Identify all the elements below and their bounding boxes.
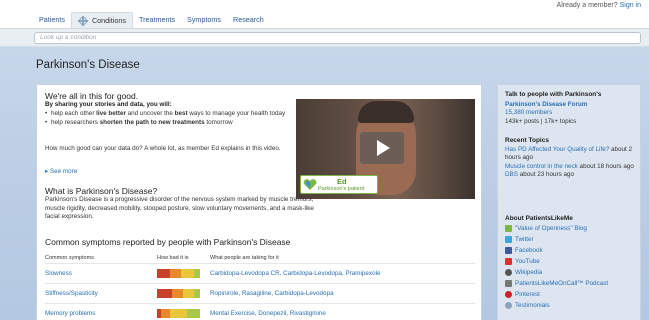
- col-symptom: Common symptoms: [45, 255, 94, 261]
- member-prompt: Already a member?: [556, 2, 618, 9]
- what-heading: What is Parkinson's Disease?: [45, 186, 158, 196]
- topic-item: Has PD Affected Your Quality of Life? ab…: [505, 146, 632, 162]
- severity-segment: [157, 289, 173, 298]
- topic-link[interactable]: Muscle control in the neck: [505, 163, 578, 170]
- podcast-icon: [505, 280, 512, 287]
- recent-heading: Recent Topics: [505, 137, 549, 144]
- severity-segment: [193, 289, 200, 298]
- topic-link[interactable]: DBS: [505, 171, 518, 178]
- treatments-links[interactable]: Ropinirole, Rasagiline, Carbidopa-Levodo…: [210, 290, 334, 297]
- bullet-1: help each other live better and uncover …: [45, 110, 295, 119]
- severity-segment: [182, 289, 194, 298]
- video-player[interactable]: Ed Parkinson's patient: [296, 99, 475, 199]
- about-heading: About PatientsLikeMe: [505, 215, 573, 222]
- search-band: Look up a condition: [0, 28, 649, 47]
- main-panel: We're all in this for good. By sharing y…: [36, 84, 482, 320]
- members-link[interactable]: 15,380 members: [505, 109, 637, 117]
- person-icon: [505, 225, 512, 232]
- severity-segment: [187, 309, 200, 318]
- symptom-link[interactable]: Slowness: [45, 270, 72, 277]
- nav-patients[interactable]: Patients: [33, 12, 71, 28]
- nav-research[interactable]: Research: [227, 12, 270, 28]
- twitter-link[interactable]: Twitter: [505, 236, 534, 243]
- main-nav: Patients Conditions Treatments Symptoms …: [33, 12, 270, 28]
- symptom-link[interactable]: Memory problems: [45, 310, 95, 317]
- table-row: Memory problems Mental Exercise, Donepez…: [45, 303, 475, 320]
- video-person-hair: [358, 101, 414, 123]
- play-icon[interactable]: [360, 132, 404, 164]
- severity-bar: [157, 309, 200, 318]
- speech-bubble-icon: [505, 302, 512, 309]
- youtube-link[interactable]: YouTube: [505, 258, 540, 265]
- heart-logo-icon: [303, 179, 317, 190]
- conditions-icon: [77, 15, 88, 26]
- pinterest-icon: [505, 291, 512, 298]
- wikipedia-icon: [505, 269, 512, 276]
- symptoms-heading: Common symptoms reported by people with …: [45, 237, 291, 247]
- severity-segment: [169, 269, 181, 278]
- patient-badge: Ed Parkinson's patient: [300, 175, 378, 194]
- badge-role: Parkinson's patient: [318, 186, 365, 192]
- severity-segment: [193, 269, 200, 278]
- nav-conditions[interactable]: Conditions: [70, 12, 133, 28]
- symptom-link[interactable]: Stiffness/Spasticity: [45, 290, 98, 297]
- condition-search-input[interactable]: Look up a condition: [34, 32, 641, 44]
- recent-topics: Has PD Affected Your Quality of Life? ab…: [505, 146, 637, 179]
- howmuch-text: How much good can your data do? A whole …: [45, 145, 281, 152]
- intro-lead: By sharing your stories and data, you wi…: [45, 101, 172, 108]
- page-title: Parkinson's Disease: [36, 59, 140, 71]
- severity-segment: [180, 269, 194, 278]
- severity-bar: [157, 289, 200, 298]
- severity-segment: [161, 309, 170, 318]
- topic-item: DBS about 23 hours ago: [505, 170, 574, 178]
- topic-link[interactable]: Has PD Affected Your Quality of Life?: [505, 146, 609, 153]
- bullet-2: help researchers shorten the path to new…: [45, 119, 295, 128]
- col-severity: How bad it is: [157, 255, 189, 261]
- what-body: Parkinson's Disease is a progressive dis…: [45, 196, 314, 220]
- treatments-links[interactable]: Mental Exercise, Donepezil, Rivastigmine: [210, 310, 326, 317]
- severity-segment: [169, 309, 188, 318]
- topic-item: Muscle control in the neck about 18 hour…: [505, 162, 634, 170]
- severity-segment: [172, 289, 183, 298]
- badge-name: Ed: [337, 177, 347, 186]
- youtube-icon: [505, 258, 512, 265]
- intro-heading: We're all in this for good.: [45, 91, 139, 101]
- talk-heading: Talk to people with Parkinson's: [505, 91, 602, 98]
- podcast-link[interactable]: PatientsLikeMeOnCall™ Podcast: [505, 280, 608, 287]
- table-row: Slowness Carbidopa-Levodopa CR, Carbidop…: [45, 263, 475, 283]
- signin-link[interactable]: Sign in: [620, 2, 641, 9]
- severity-segment: [157, 269, 170, 278]
- forum-info: Parkinson's Disease Forum 15,380 members…: [505, 101, 637, 126]
- wikipedia-link[interactable]: Wikipedia: [505, 269, 542, 276]
- facebook-link[interactable]: Facebook: [505, 247, 543, 254]
- col-treatments: What people are taking for it: [210, 255, 279, 261]
- intro-bullets: help each other live better and uncover …: [45, 110, 295, 127]
- table-row: Stiffness/Spasticity Ropinirole, Rasagil…: [45, 283, 475, 303]
- member-signin: Already a member? Sign in: [557, 2, 641, 9]
- see-more-link[interactable]: ▸ See more: [45, 168, 77, 175]
- treatments-links[interactable]: Carbidopa-Levodopa CR, Carbidopa-Levodop…: [210, 270, 380, 277]
- posts-count: 143k+ posts | 17k+ topics: [505, 117, 577, 125]
- sidebar: Talk to people with Parkinson's Parkinso…: [497, 84, 641, 320]
- blog-link[interactable]: "Value of Openness" Blog: [505, 225, 587, 232]
- facebook-icon: [505, 247, 512, 254]
- severity-bar: [157, 269, 200, 278]
- forum-link[interactable]: Parkinson's Disease Forum: [505, 101, 637, 109]
- nav-conditions-label: Conditions: [91, 15, 126, 25]
- pinterest-link[interactable]: Pinterest: [505, 291, 540, 298]
- nav-symptoms[interactable]: Symptoms: [181, 12, 227, 28]
- top-bar: Already a member? Sign in Patients Condi…: [0, 0, 649, 30]
- twitter-icon: [505, 236, 512, 243]
- nav-treatments[interactable]: Treatments: [133, 12, 181, 28]
- testimonials-link[interactable]: Testimonials: [505, 302, 550, 309]
